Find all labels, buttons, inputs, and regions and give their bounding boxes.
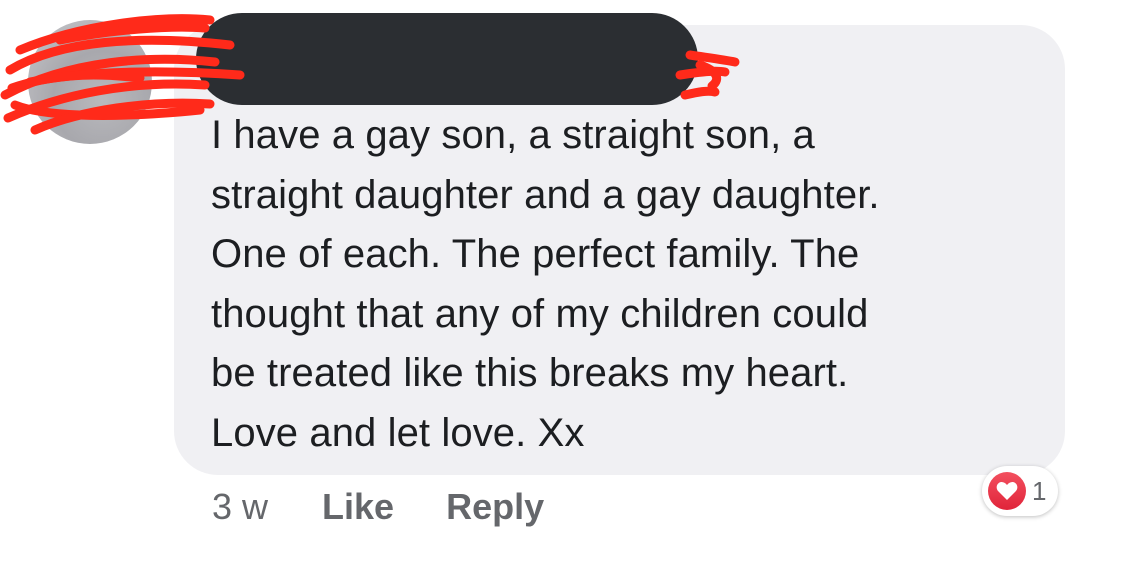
comment-line: thought that any of my children could <box>211 291 869 336</box>
comment-line: straight daughter and a gay daughter. <box>211 172 880 217</box>
comment-line: One of each. The perfect family. The <box>211 232 860 276</box>
reaction-summary[interactable]: 1 <box>982 466 1059 516</box>
heart-icon <box>988 472 1026 510</box>
comment-actions: 3 w Like Reply <box>212 484 544 530</box>
comment-text: I have a gay son, a straight son, a stra… <box>211 106 1051 463</box>
timestamp[interactable]: 3 w <box>212 486 268 528</box>
comment-line: I have a gay son, a straight son, a <box>211 113 815 157</box>
reply-button[interactable]: Reply <box>446 486 544 528</box>
avatar[interactable] <box>28 20 152 144</box>
reaction-count: 1 <box>1032 475 1047 506</box>
comment-line: Love and let love. Xx <box>211 410 585 455</box>
like-button[interactable]: Like <box>322 486 394 528</box>
comment-screen: I have a gay son, a straight son, a stra… <box>0 0 1125 562</box>
author-name-redaction <box>196 13 698 105</box>
comment-line: be treated like this breaks my heart. <box>211 351 849 395</box>
